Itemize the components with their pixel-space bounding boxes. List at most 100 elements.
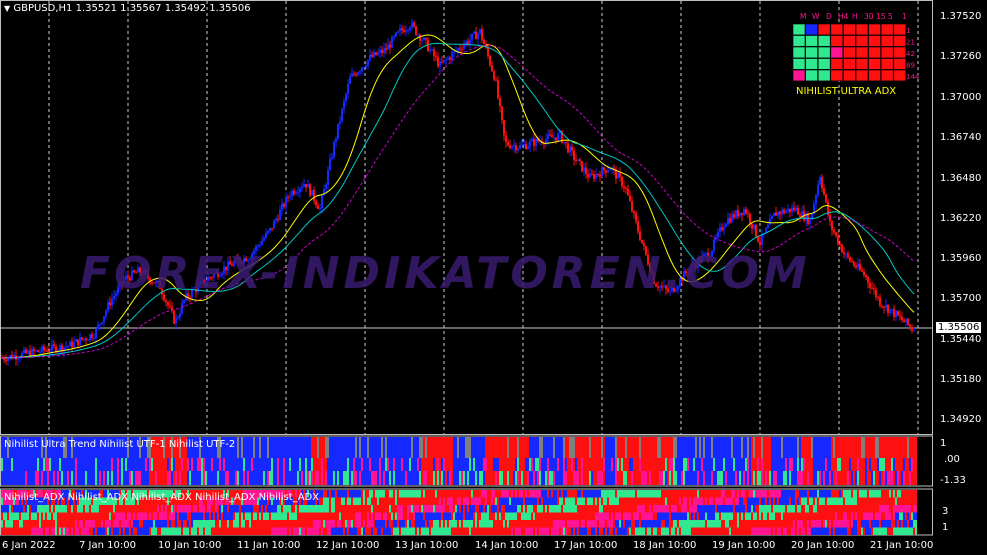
sub2-band-2 xyxy=(677,497,679,505)
candle-body xyxy=(53,344,55,347)
sub2-band-2 xyxy=(675,497,677,505)
sub1-band-bottom xyxy=(417,471,419,485)
sub2-band-1 xyxy=(459,490,461,498)
sub2-band-1 xyxy=(899,490,901,498)
sub1-band-mid xyxy=(905,458,907,471)
sub2-band-6 xyxy=(409,527,411,535)
sub1-band-bottom xyxy=(867,471,869,485)
sub2-band-5 xyxy=(339,520,341,528)
sub2-band-4 xyxy=(749,512,751,520)
sub2-band-3 xyxy=(691,505,693,513)
sub2-band-4 xyxy=(661,512,663,520)
sub2-band-4 xyxy=(377,512,379,520)
sub2-band-2 xyxy=(487,497,489,505)
sub2-band-5 xyxy=(845,520,847,528)
sub2-band-4 xyxy=(479,512,481,520)
sub2-band-5 xyxy=(675,520,677,528)
sub2-band-4 xyxy=(211,512,213,520)
sub1-band-mid xyxy=(77,458,79,471)
sub2-band-2 xyxy=(503,497,505,505)
sub2-band-5 xyxy=(813,520,815,528)
sub1-band-top xyxy=(707,437,709,458)
candle-body xyxy=(885,304,887,308)
sub1-band-mid xyxy=(663,458,665,471)
sub2-band-4 xyxy=(331,512,333,520)
sub1-band-mid xyxy=(149,458,151,471)
sub2-band-4 xyxy=(91,512,93,520)
sub1-band-mid xyxy=(47,458,49,471)
sub2-band-2 xyxy=(637,497,639,505)
candle-body xyxy=(169,305,171,307)
sub2-band-6 xyxy=(369,527,371,535)
sub2-band-3 xyxy=(605,505,607,513)
sub1-band-top xyxy=(679,437,681,458)
sub1-band-bottom xyxy=(669,471,671,485)
sub2-band-2 xyxy=(825,497,827,505)
sub2-band-1 xyxy=(913,490,915,498)
sub1-band-bottom xyxy=(147,471,149,485)
sub1-band-mid xyxy=(737,458,739,471)
sub2-band-2 xyxy=(785,497,787,505)
sub2-band-3 xyxy=(607,505,609,513)
sub2-band-1 xyxy=(437,490,439,498)
sub1-band-mid xyxy=(209,458,211,471)
candle-body xyxy=(845,253,847,255)
sub2-band-1 xyxy=(875,490,877,498)
sub2-band-2 xyxy=(519,497,521,505)
sub1-band-bottom xyxy=(633,471,635,485)
sub2-band-3 xyxy=(225,505,227,513)
sub2-band-3 xyxy=(385,505,387,513)
candle-body xyxy=(273,220,275,229)
sub1-band-mid xyxy=(621,458,623,471)
sub1-band-top xyxy=(255,437,257,458)
sub2-band-2 xyxy=(387,497,389,505)
sub2-band-4 xyxy=(163,512,165,520)
sub2-band-5 xyxy=(329,520,331,528)
sub2-band-3 xyxy=(623,505,625,513)
sub2-band-5 xyxy=(559,520,561,528)
sub2-band-4 xyxy=(903,512,905,520)
sub2-band-6 xyxy=(481,527,483,535)
candle-body xyxy=(335,138,337,143)
sub2-band-6 xyxy=(101,527,103,535)
sub1-band-bottom xyxy=(511,471,513,485)
sub1-band-bottom xyxy=(235,471,237,485)
sub1-band-top xyxy=(609,437,611,458)
sub2-band-4 xyxy=(21,512,23,520)
sub2-band-5 xyxy=(603,520,605,528)
sub1-band-top xyxy=(391,437,393,458)
sub1-band-top xyxy=(683,437,685,458)
sub1-band-bottom xyxy=(57,471,59,485)
sub2-band-3 xyxy=(15,505,17,513)
sub1-band-top xyxy=(605,437,607,458)
sub2-band-5 xyxy=(347,520,349,528)
sub2-band-5 xyxy=(629,520,631,528)
sub1-band-mid xyxy=(533,458,535,471)
sub1-band-mid xyxy=(721,458,723,471)
sub1-band-mid xyxy=(141,458,143,471)
sub2-band-5 xyxy=(627,520,629,528)
sub2-band-2 xyxy=(431,497,433,505)
sub2-band-4 xyxy=(679,512,681,520)
sub2-band-2 xyxy=(383,497,385,505)
sub2-band-4 xyxy=(247,512,249,520)
candle-body xyxy=(901,316,903,321)
sub2-band-5 xyxy=(345,520,347,528)
dashboard-cell xyxy=(830,58,844,70)
sub2-band-4 xyxy=(155,512,157,520)
sub2-band-3 xyxy=(245,505,247,513)
sub2-band-1 xyxy=(891,490,893,498)
sub2-band-3 xyxy=(93,505,95,513)
sub2-band-4 xyxy=(107,512,109,520)
sub2-band-3 xyxy=(331,505,333,513)
sub2-band-4 xyxy=(417,512,419,520)
sub2-band-2 xyxy=(573,497,575,505)
sub1-band-bottom xyxy=(107,471,109,485)
sub2-band-3 xyxy=(291,505,293,513)
sub2-band-3 xyxy=(299,505,301,513)
sub1-band-bottom xyxy=(191,471,193,485)
sub2-band-6 xyxy=(657,527,659,535)
sub1-band-top xyxy=(807,437,809,458)
sub2-band-6 xyxy=(555,527,557,535)
sub1-band-mid xyxy=(95,458,97,471)
